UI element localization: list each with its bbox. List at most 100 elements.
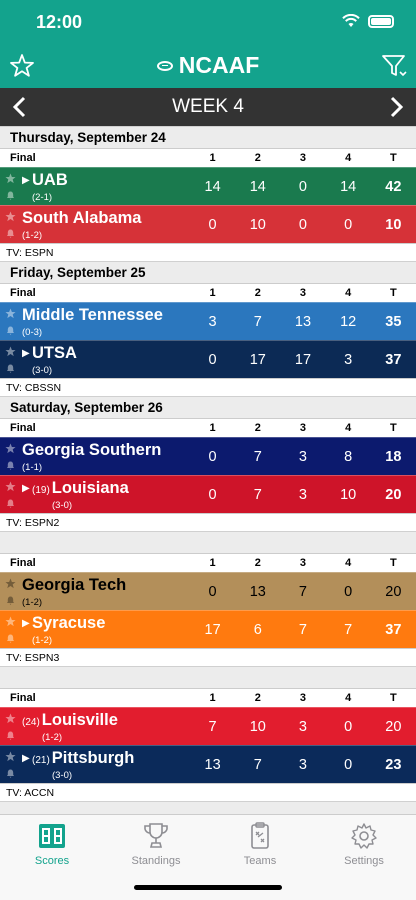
score-q2: 10	[249, 718, 266, 735]
q3-header: 3	[299, 557, 307, 569]
team-name-text: Louisville	[41, 710, 118, 729]
tv-network: TV: ACCN	[0, 783, 416, 801]
star-icon[interactable]	[5, 210, 16, 222]
q3-header: 3	[299, 422, 307, 434]
score-total: 35	[385, 313, 402, 330]
bell-icon[interactable]	[6, 595, 15, 605]
tab-settings[interactable]: Settings	[312, 821, 416, 867]
star-icon[interactable]	[5, 480, 16, 492]
bell-icon[interactable]	[6, 190, 15, 200]
score-q2: 13	[249, 583, 266, 600]
q1-header: 1	[209, 422, 216, 434]
bell-icon[interactable]	[6, 363, 15, 373]
score-q2: 7	[253, 313, 262, 330]
trophy-icon	[144, 823, 168, 848]
score-q1: 17	[204, 621, 221, 638]
team-record: (3-0)	[32, 364, 53, 376]
team-row[interactable]: South Alabama (1-2) 0 10 0 0 10	[0, 205, 416, 243]
possession-icon: ▶	[22, 752, 30, 764]
bell-icon[interactable]	[6, 730, 15, 740]
score-total: 10	[385, 216, 402, 233]
team-name: Georgia Tech	[22, 575, 127, 594]
score-q2: 7	[253, 756, 262, 773]
tab-standings[interactable]: Standings	[104, 821, 208, 867]
day-header: Saturday, September 26	[0, 396, 416, 418]
team-row[interactable]: ▶ (21) Pittsburgh (3-0) 13 7 3 0 23	[0, 745, 416, 783]
q1-header: 1	[209, 692, 216, 704]
total-header: T	[389, 152, 397, 164]
bell-icon[interactable]	[6, 228, 15, 238]
home-indicator	[134, 885, 282, 890]
team-name: Syracuse	[32, 613, 106, 632]
score-q2: 7	[253, 448, 262, 465]
star-icon[interactable]	[5, 345, 16, 357]
score-q3: 3	[298, 448, 307, 465]
score-q3: 17	[294, 351, 312, 368]
team-name: (21) Pittsburgh	[32, 749, 134, 768]
q1-header: 1	[209, 557, 216, 569]
filter-icon[interactable]	[380, 52, 408, 80]
team-rank: (19)	[32, 484, 50, 496]
star-icon[interactable]	[5, 615, 16, 627]
football-icon	[156, 60, 173, 71]
section-divider	[0, 531, 416, 553]
team-row[interactable]: ▶ (19) Louisiana (3-0) 0 7 3 10 20	[0, 475, 416, 513]
team-row[interactable]: ▶ UAB (2-1) 14 14 0 14 42	[0, 167, 416, 205]
score-total: 37	[385, 351, 402, 368]
column-header: Final 1 2 3 4 T	[0, 688, 416, 707]
star-icon[interactable]	[5, 172, 16, 184]
chevron-right-icon[interactable]	[384, 94, 408, 120]
star-icon[interactable]	[5, 712, 16, 724]
bell-icon[interactable]	[6, 498, 15, 508]
app-header: NCAAF	[0, 46, 416, 88]
score-total: 18	[385, 448, 402, 465]
game-status: Final	[10, 692, 36, 704]
team-row[interactable]: ▶ UTSA (3-0) 0 17 17 3 37	[0, 340, 416, 378]
score-q4: 7	[344, 621, 353, 638]
team-record: (3-0)	[52, 499, 73, 511]
q4-header: 4	[345, 287, 352, 299]
team-row[interactable]: Middle Tennessee (0-3) 3 7 13 12 35	[0, 302, 416, 340]
team-name: (19) Louisiana	[32, 479, 129, 498]
team-row[interactable]: Georgia Tech (1-2) 0 13 7 0 20	[0, 572, 416, 610]
score-q1: 13	[204, 756, 221, 773]
team-row[interactable]: Georgia Southern (1-1) 0 7 3 8 18	[0, 437, 416, 475]
scores-list: Thursday, September 24 Final 1 2 3 4 T ▶…	[0, 126, 416, 814]
tab-label: Settings	[344, 855, 384, 867]
total-header: T	[389, 557, 397, 569]
team-name-text: Louisiana	[51, 478, 129, 497]
team-record: (1-2)	[22, 596, 43, 608]
team-row[interactable]: (24) Louisville (1-2) 7 10 3 0 20	[0, 707, 416, 745]
q3-header: 3	[299, 692, 307, 704]
team-name-text: Pittsburgh	[51, 748, 135, 767]
section-divider	[0, 666, 416, 688]
score-q1: 0	[208, 448, 217, 465]
score-q4: 14	[340, 178, 357, 195]
bell-icon[interactable]	[6, 768, 15, 778]
bell-icon[interactable]	[6, 325, 15, 335]
team-name: (24) Louisville	[22, 711, 118, 730]
possession-icon: ▶	[22, 617, 30, 629]
q1-header: 1	[209, 287, 216, 299]
tab-scores[interactable]: Scores	[0, 821, 104, 867]
star-icon[interactable]	[5, 442, 16, 454]
team-row[interactable]: ▶ Syracuse (1-2) 17 6 7 7 37	[0, 610, 416, 648]
team-record: (1-1)	[22, 461, 43, 473]
score-q1: 14	[204, 178, 221, 195]
score-q1: 7	[208, 718, 217, 735]
team-record: (1-2)	[42, 731, 63, 743]
bell-icon[interactable]	[6, 460, 15, 470]
score-q3: 3	[298, 756, 307, 773]
q2-header: 2	[254, 152, 261, 164]
gear-icon	[351, 823, 377, 849]
star-icon[interactable]	[5, 577, 16, 589]
clipboard-icon	[251, 822, 269, 849]
tab-label: Teams	[243, 855, 277, 867]
star-icon[interactable]	[5, 750, 16, 762]
score-q3: 3	[298, 486, 307, 503]
bell-icon[interactable]	[6, 633, 15, 643]
tab-teams[interactable]: Teams	[208, 821, 312, 867]
score-total: 23	[385, 756, 402, 773]
star-icon[interactable]	[5, 307, 16, 319]
q3-header: 3	[299, 287, 307, 299]
